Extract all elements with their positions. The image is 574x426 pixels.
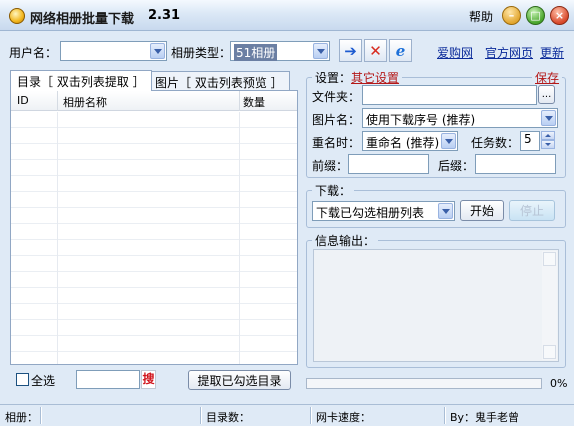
browse-button[interactable]: ...	[538, 85, 555, 104]
app-icon	[9, 8, 25, 24]
suffix-label: 后缀：	[438, 159, 475, 173]
settings-title: 设置：其它设置	[312, 69, 403, 86]
rename-select[interactable]: 重命名 (推荐)	[362, 131, 458, 151]
album-list[interactable]: ID 相册名称 数量	[10, 90, 298, 365]
progress-percent: 0%	[550, 377, 568, 390]
album-type-select[interactable]: 51相册	[230, 41, 330, 61]
extract-selected-button[interactable]: 提取已勾选目录	[188, 370, 291, 390]
spin-up-icon[interactable]	[541, 131, 555, 140]
chevron-down-icon[interactable]	[313, 43, 328, 59]
chevron-down-icon[interactable]	[441, 133, 456, 149]
column-album-name[interactable]: 相册名称	[63, 94, 107, 110]
cross-icon: ✕	[369, 41, 382, 60]
album-type-value: 51相册	[234, 44, 278, 61]
arrow-right-icon: ➔	[344, 41, 357, 60]
suffix-input[interactable]	[475, 154, 556, 174]
stop-button[interactable]: 停止	[509, 200, 555, 221]
album-type-label: 相册类型：	[171, 46, 232, 60]
clear-button[interactable]: ✕	[364, 39, 387, 62]
list-rows	[11, 112, 297, 364]
close-icon: ×	[554, 9, 565, 22]
column-id[interactable]: ID	[17, 94, 29, 107]
save-link[interactable]: 保存	[532, 69, 563, 86]
folder-input[interactable]	[362, 85, 537, 105]
list-header: ID 相册名称 数量	[11, 91, 297, 111]
minimize-button[interactable]: –	[502, 6, 521, 25]
info-scrollbar[interactable]	[542, 251, 557, 360]
status-bar: 相册： 目录数： 网卡速度： By：鬼手老曾	[0, 404, 574, 426]
maximize-icon: □	[530, 9, 541, 22]
close-button[interactable]: ×	[550, 6, 569, 25]
official-site-link[interactable]: 官方网页	[485, 44, 533, 61]
tab-directory[interactable]: 目录［ 双击列表提取 ］	[10, 70, 152, 91]
info-output-area[interactable]	[313, 249, 559, 362]
update-link[interactable]: 更新	[540, 44, 564, 61]
rename-value: 重命名 (推荐)	[366, 136, 440, 150]
status-net-speed: 网卡速度：	[316, 411, 371, 424]
picture-name-label: 图片名：	[312, 113, 361, 127]
download-mode-select[interactable]: 下载已勾选相册列表	[312, 201, 455, 221]
chevron-down-icon[interactable]	[150, 43, 165, 59]
download-title: 下载：	[312, 182, 355, 199]
picture-name-value: 使用下载序号 (推荐)	[366, 113, 476, 127]
download-mode-value: 下载已勾选相册列表	[316, 206, 425, 220]
status-album: 相册：	[5, 411, 38, 424]
picture-name-select[interactable]: 使用下载序号 (推荐)	[362, 108, 558, 128]
search-input[interactable]	[76, 370, 140, 389]
spin-down-icon[interactable]	[541, 140, 555, 149]
info-title: 信息输出：	[312, 232, 379, 249]
username-combobox[interactable]	[60, 41, 167, 61]
scroll-down-icon[interactable]	[543, 345, 556, 359]
tasks-input[interactable]: 5	[520, 131, 540, 151]
start-button[interactable]: 开始	[460, 200, 504, 221]
column-count[interactable]: 数量	[243, 94, 265, 110]
scroll-up-icon[interactable]	[543, 252, 556, 266]
prefix-label: 前缀：	[312, 159, 349, 173]
select-all-checkbox[interactable]	[16, 373, 29, 386]
ie-browser-icon: e	[395, 41, 406, 60]
progress-bar	[306, 378, 542, 389]
minimize-icon: –	[508, 9, 515, 22]
tasks-spinner[interactable]	[541, 131, 555, 149]
chevron-down-icon[interactable]	[541, 110, 556, 126]
select-all-label: 全选	[31, 374, 56, 388]
go-button[interactable]: ➔	[339, 39, 362, 62]
help-menu[interactable]: 帮助	[469, 8, 493, 25]
aigou-link[interactable]: 爱购网	[437, 44, 473, 61]
tasks-label: 任务数：	[471, 136, 520, 150]
search-button[interactable]: 搜	[141, 370, 156, 389]
other-settings-link[interactable]: 其它设置	[351, 71, 399, 85]
status-author: By：鬼手老曾	[450, 411, 520, 424]
prefix-input[interactable]	[348, 154, 429, 174]
status-dir-count: 目录数：	[206, 411, 250, 424]
app-version: 2.31	[148, 8, 181, 23]
folder-label: 文件夹：	[312, 90, 361, 104]
chevron-down-icon[interactable]	[438, 203, 453, 219]
rename-label: 重名时：	[312, 136, 361, 150]
browser-button[interactable]: e	[389, 39, 412, 62]
tab-pictures[interactable]: 图片［ 双击列表预览 ］	[148, 71, 290, 91]
username-label: 用户名：	[9, 46, 58, 60]
window-title: 网络相册批量下载	[30, 12, 135, 27]
maximize-button[interactable]: □	[526, 6, 545, 25]
